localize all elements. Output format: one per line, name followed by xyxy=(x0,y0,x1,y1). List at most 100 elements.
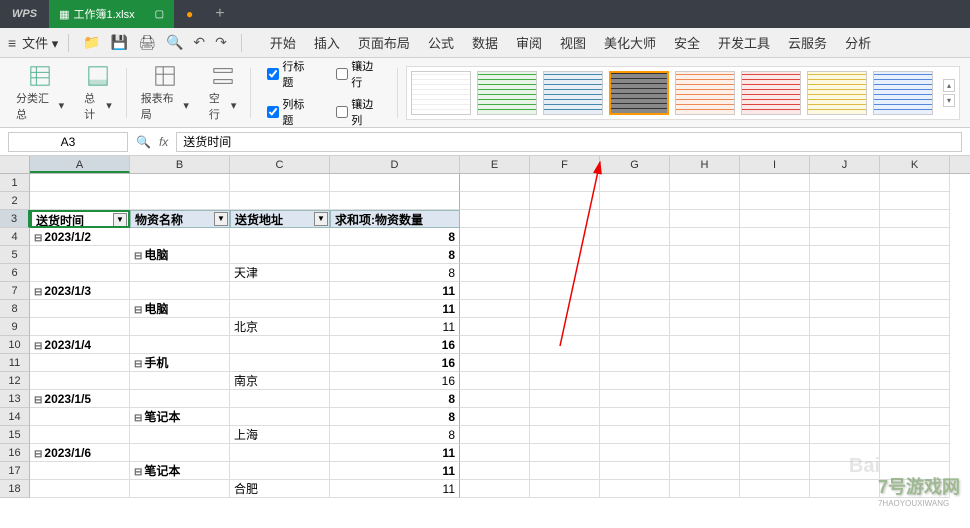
column-header[interactable]: J xyxy=(810,156,880,173)
cell[interactable] xyxy=(600,480,670,498)
row-header[interactable]: 12 xyxy=(0,372,30,390)
cell[interactable] xyxy=(460,462,530,480)
check-row-header[interactable]: 行标题 xyxy=(267,58,312,90)
collapse-icon[interactable]: ⊟ xyxy=(34,287,42,298)
menu-tab[interactable]: 视图 xyxy=(560,33,586,52)
cell[interactable]: ⊟2023/1/5 xyxy=(30,390,130,408)
cell[interactable] xyxy=(30,264,130,282)
cell[interactable]: 16 xyxy=(330,336,460,354)
row-header[interactable]: 7 xyxy=(0,282,30,300)
filter-button[interactable]: ▼ xyxy=(113,213,127,227)
cell[interactable] xyxy=(880,228,950,246)
save-icon[interactable]: 💾 xyxy=(111,34,128,51)
style-red[interactable] xyxy=(741,71,801,115)
ribbon-total[interactable]: 总计 ▾ xyxy=(78,64,118,122)
cell[interactable] xyxy=(230,390,330,408)
name-box[interactable] xyxy=(8,132,128,152)
column-header[interactable]: B xyxy=(130,156,230,173)
cell[interactable] xyxy=(460,408,530,426)
cell[interactable] xyxy=(880,390,950,408)
cell[interactable] xyxy=(460,372,530,390)
cell[interactable] xyxy=(880,426,950,444)
cell[interactable] xyxy=(130,372,230,390)
cell[interactable]: ⊟2023/1/4 xyxy=(30,336,130,354)
cell[interactable]: ⊟手机 xyxy=(130,354,230,372)
row-header[interactable]: 4 xyxy=(0,228,30,246)
cell[interactable] xyxy=(880,480,950,498)
cell[interactable]: 8 xyxy=(330,246,460,264)
row-header[interactable]: 15 xyxy=(0,426,30,444)
cell[interactable]: 8 xyxy=(330,390,460,408)
cell[interactable] xyxy=(530,318,600,336)
cell[interactable] xyxy=(810,336,880,354)
collapse-icon[interactable]: ⊟ xyxy=(34,233,42,244)
row-header[interactable]: 18 xyxy=(0,480,30,498)
cell[interactable] xyxy=(130,480,230,498)
collapse-icon[interactable]: ⊟ xyxy=(34,395,42,406)
style-none[interactable] xyxy=(411,71,471,115)
cell[interactable] xyxy=(130,336,230,354)
cell[interactable]: 16 xyxy=(330,354,460,372)
cell[interactable] xyxy=(670,300,740,318)
cell[interactable] xyxy=(600,408,670,426)
collapse-icon[interactable]: ⊟ xyxy=(34,341,42,352)
cell[interactable]: 8 xyxy=(330,426,460,444)
redo-icon[interactable]: ↷ xyxy=(215,34,227,51)
cell[interactable] xyxy=(600,210,670,228)
collapse-icon[interactable]: ⊟ xyxy=(34,449,42,460)
cell[interactable] xyxy=(810,408,880,426)
cell[interactable] xyxy=(600,318,670,336)
cell[interactable] xyxy=(880,264,950,282)
menu-tab[interactable]: 开始 xyxy=(270,33,296,52)
cell[interactable] xyxy=(880,354,950,372)
cell[interactable] xyxy=(810,480,880,498)
cell[interactable] xyxy=(600,264,670,282)
cell[interactable] xyxy=(600,462,670,480)
search-icon[interactable]: 🔍 xyxy=(136,135,151,149)
cell[interactable]: 11 xyxy=(330,480,460,498)
cell[interactable] xyxy=(740,174,810,192)
cell[interactable] xyxy=(130,444,230,462)
cell[interactable] xyxy=(530,480,600,498)
check-banded-cols[interactable]: 镶边列 xyxy=(336,96,381,128)
cell[interactable] xyxy=(530,462,600,480)
cell[interactable] xyxy=(600,390,670,408)
cell[interactable] xyxy=(230,192,330,210)
cell[interactable] xyxy=(460,354,530,372)
cell[interactable] xyxy=(670,228,740,246)
cell[interactable] xyxy=(460,264,530,282)
cell[interactable]: 合肥 xyxy=(230,480,330,498)
cell[interactable]: 北京 xyxy=(230,318,330,336)
cell[interactable] xyxy=(810,228,880,246)
row-header[interactable]: 6 xyxy=(0,264,30,282)
cell[interactable] xyxy=(130,228,230,246)
cell[interactable] xyxy=(600,354,670,372)
row-header[interactable]: 1 xyxy=(0,174,30,192)
cell[interactable] xyxy=(600,336,670,354)
column-header[interactable]: G xyxy=(600,156,670,173)
cell[interactable] xyxy=(30,462,130,480)
cell[interactable] xyxy=(670,282,740,300)
cell[interactable] xyxy=(460,192,530,210)
cell[interactable] xyxy=(230,462,330,480)
cell[interactable] xyxy=(740,246,810,264)
cell[interactable] xyxy=(30,354,130,372)
tab-options-icon[interactable]: ▢ xyxy=(155,9,164,20)
column-header[interactable]: C xyxy=(230,156,330,173)
cell[interactable] xyxy=(530,264,600,282)
column-header[interactable]: I xyxy=(740,156,810,173)
cell[interactable] xyxy=(880,246,950,264)
cell[interactable]: 8 xyxy=(330,264,460,282)
menu-tab[interactable]: 美化大师 xyxy=(604,33,656,52)
cell[interactable] xyxy=(460,336,530,354)
cell[interactable] xyxy=(530,192,600,210)
collapse-icon[interactable]: ⊟ xyxy=(134,251,142,262)
row-header[interactable]: 8 xyxy=(0,300,30,318)
cell[interactable] xyxy=(810,192,880,210)
cell[interactable] xyxy=(670,408,740,426)
cell[interactable] xyxy=(740,480,810,498)
cell[interactable] xyxy=(810,300,880,318)
cell[interactable] xyxy=(130,174,230,192)
cell[interactable] xyxy=(530,354,600,372)
fx-icon[interactable]: fx xyxy=(159,135,168,149)
